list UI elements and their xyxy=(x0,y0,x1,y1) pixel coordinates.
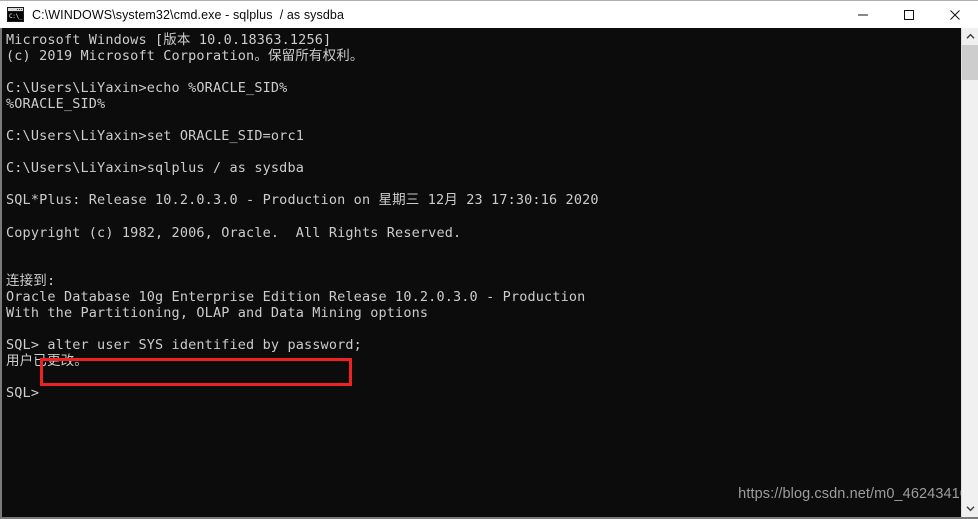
window-controls xyxy=(840,1,978,29)
console-line: C:\Users\LiYaxin>echo %ORACLE_SID% xyxy=(6,80,288,97)
titlebar[interactable]: C:\_ C:\WINDOWS\system32\cmd.exe - sqlpl… xyxy=(0,0,978,28)
icon-screen-glyph: C:\_ xyxy=(8,12,23,21)
console-line: SQL> xyxy=(6,385,40,402)
console-line: (c) 2019 Microsoft Corporation。保留所有权利。 xyxy=(6,48,364,65)
console-line: Oracle Database 10g Enterprise Edition R… xyxy=(6,288,586,305)
scroll-down-arrow-icon[interactable] xyxy=(962,500,978,517)
console-line: Microsoft Windows [版本 10.0.18363.1256] xyxy=(6,32,332,48)
cmd-window: C:\_ C:\WINDOWS\system32\cmd.exe - sqlpl… xyxy=(0,0,978,519)
minimize-button[interactable] xyxy=(840,1,886,29)
console-line: %ORACLE_SID% xyxy=(6,96,106,113)
watermark-text: https://blog.csdn.net/m0_46243410 xyxy=(738,486,968,502)
console-line: With the Partitioning, OLAP and Data Min… xyxy=(6,304,429,321)
console-line: 用户已更改。 xyxy=(6,352,88,369)
vertical-scrollbar[interactable] xyxy=(961,28,978,517)
console-line: 连接到: xyxy=(6,272,56,289)
scrollbar-track[interactable] xyxy=(962,45,978,500)
window-title: C:\WINDOWS\system32\cmd.exe - sqlplus / … xyxy=(32,7,345,22)
console-line: SQL*Plus: Release 10.2.0.3.0 - Productio… xyxy=(6,192,599,209)
maximize-button[interactable] xyxy=(886,1,932,29)
console-line: SQL> alter user SYS identified by passwo… xyxy=(6,336,362,353)
close-button[interactable] xyxy=(932,1,978,29)
console-line: C:\Users\LiYaxin>set ORACLE_SID=orc1 xyxy=(6,128,304,145)
scrollbar-thumb[interactable] xyxy=(962,45,978,80)
console-text: Microsoft Windows [版本 10.0.18363.1256] (c… xyxy=(6,32,956,401)
console-line: C:\Users\LiYaxin>sqlplus / as sysdba xyxy=(6,160,304,177)
console-output-area[interactable]: Microsoft Windows [版本 10.0.18363.1256] (c… xyxy=(0,28,978,519)
console-line: Copyright (c) 1982, 2006, Oracle. All Ri… xyxy=(6,224,462,241)
cmd-console-icon: C:\_ xyxy=(7,7,24,22)
scroll-up-arrow-icon[interactable] xyxy=(962,28,978,45)
